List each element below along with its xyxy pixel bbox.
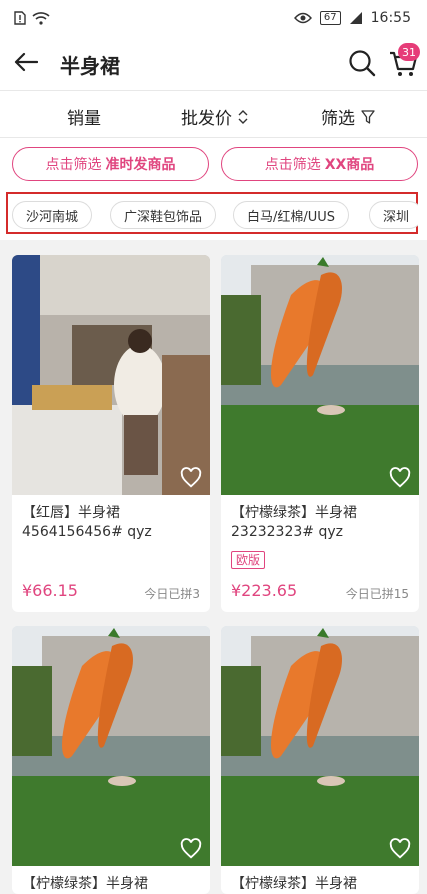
product-name: 【红唇】半身裙4564156456# qyz xyxy=(22,505,152,540)
product-sold-today: 今日已拼3 xyxy=(144,587,200,601)
quick-filter-row: 点击筛选 准时发商品 点击筛选 XX商品 xyxy=(0,138,427,188)
product-price: ¥223.65 xyxy=(231,581,298,600)
market-tag-baima[interactable]: 白马/红棉/UUS xyxy=(233,201,350,229)
filter-menu-label: 筛选 xyxy=(321,109,355,129)
product-price: ¥66.15 xyxy=(22,581,78,600)
product-photo-carrot-balloon xyxy=(221,626,419,866)
cart-count-badge: 31 xyxy=(398,43,420,61)
search-icon xyxy=(349,50,376,77)
sort-toggle-icon xyxy=(238,109,248,124)
battery-indicator: 67 xyxy=(319,11,341,25)
sort-sales-label: 销量 xyxy=(67,109,101,129)
market-tag-shenzhen[interactable]: 深圳 xyxy=(369,201,418,229)
market-tag-guangshen[interactable]: 广深鞋包饰品 xyxy=(110,201,217,229)
status-left xyxy=(14,11,50,25)
navbar: 半身裙 31 xyxy=(0,36,427,90)
clock: 16:55 xyxy=(370,10,411,26)
filter-ontime-prefix: 点击筛选 xyxy=(45,157,102,173)
filter-xx-prefix: 点击筛选 xyxy=(264,157,321,173)
filter-menu[interactable]: 筛选 xyxy=(321,104,375,129)
product-card[interactable]: 【柠檬绿茶】半身裙 xyxy=(12,626,210,894)
status-bar: 67 16:55 xyxy=(0,0,427,36)
funnel-icon xyxy=(361,109,375,124)
product-style-badge: 欧版 xyxy=(231,551,266,569)
back-button[interactable] xyxy=(12,48,40,76)
market-tag-shahe[interactable]: 沙河南城 xyxy=(12,201,93,229)
product-name: 【柠檬绿茶】半身裙 xyxy=(22,876,148,892)
sort-price-label: 批发价 xyxy=(181,109,232,129)
sort-by-sales[interactable]: 销量 xyxy=(67,104,101,129)
favorite-heart-icon[interactable] xyxy=(180,838,202,860)
product-image[interactable] xyxy=(221,626,419,866)
product-name: 【柠檬绿茶】半身裙23232323# qyz xyxy=(231,505,357,540)
signal-icon xyxy=(349,12,362,24)
filter-ontime-button[interactable]: 点击筛选 准时发商品 xyxy=(12,147,209,181)
favorite-heart-icon[interactable] xyxy=(389,467,411,489)
eye-icon xyxy=(293,12,312,24)
product-sold-today: 今日已拼15 xyxy=(345,587,409,601)
product-photo-carrot-balloon xyxy=(12,626,210,866)
wifi-icon xyxy=(32,12,50,25)
product-name: 【柠檬绿茶】半身裙 xyxy=(231,876,357,892)
favorite-heart-icon[interactable] xyxy=(389,838,411,860)
product-card[interactable]: 【柠檬绿茶】半身裙 xyxy=(221,626,419,894)
market-tags-row: 沙河南城 广深鞋包饰品 白马/红棉/UUS 深圳 xyxy=(0,188,427,240)
product-card[interactable]: 【红唇】半身裙4564156456# qyz ¥66.15 今日已拼3 xyxy=(12,255,210,612)
filter-xx-highlight: XX商品 xyxy=(324,157,375,173)
product-photo-carrot-balloon xyxy=(221,255,419,495)
filter-ontime-highlight: 准时发商品 xyxy=(105,157,176,173)
sort-bar: 销量 批发价 筛选 xyxy=(0,90,427,138)
page-title: 半身裙 xyxy=(60,54,120,78)
search-button[interactable] xyxy=(348,49,376,77)
product-photo-restaurant xyxy=(12,255,210,495)
sort-by-price[interactable]: 批发价 xyxy=(181,104,248,129)
market-tags-scroller[interactable]: 沙河南城 广深鞋包饰品 白马/红棉/UUS 深圳 xyxy=(12,200,418,230)
product-image[interactable] xyxy=(221,255,419,495)
product-image[interactable] xyxy=(12,626,210,866)
sim-alert-icon xyxy=(14,11,26,25)
favorite-heart-icon[interactable] xyxy=(180,467,202,489)
arrow-left-icon xyxy=(14,52,38,72)
product-card[interactable]: 【柠檬绿茶】半身裙23232323# qyz 欧版 ¥223.65 今日已拼15 xyxy=(221,255,419,612)
filter-xx-button[interactable]: 点击筛选 XX商品 xyxy=(221,147,418,181)
product-image[interactable] xyxy=(12,255,210,495)
status-right: 67 16:55 xyxy=(293,10,411,26)
